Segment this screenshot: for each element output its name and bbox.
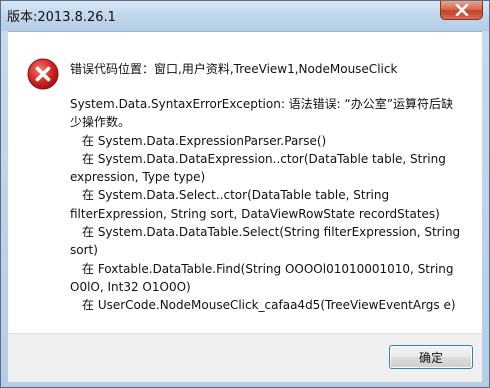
stack-trace-line: 在 Foxtable.DataTable.Find(String OOOOl01… xyxy=(82,261,454,276)
stack-trace-line: O0lO, Int32 O1O0O) xyxy=(70,279,191,294)
dialog-content: 错误代码位置：窗口,用户资料,TreeView1,NodeMouseClick … xyxy=(8,31,482,334)
error-dialog-window: 版本:2013.8.26.1 错误代码位置：窗口,用户资料,TreeView1,… xyxy=(0,0,490,388)
stack-trace-line: 在 System.Data.DataTable.Select(String fi… xyxy=(82,225,461,240)
stack-trace-line: sort) xyxy=(70,243,98,258)
ok-button[interactable]: 确定 xyxy=(389,345,473,369)
error-location-heading: 错误代码位置：窗口,用户资料,TreeView1,NodeMouseClick xyxy=(70,62,398,76)
error-message: System.Data.SyntaxErrorException: 语法错误: … xyxy=(70,95,462,315)
dialog-footer: 确定 xyxy=(8,333,482,382)
message-line: System.Data.SyntaxErrorException: 语法错误: … xyxy=(70,97,453,111)
stack-trace-line: filterExpression, String sort, DataViewR… xyxy=(70,206,440,221)
message-line: 少操作数。 xyxy=(70,115,131,130)
close-icon xyxy=(455,4,469,16)
stack-trace-line: expression, Type type) xyxy=(70,170,206,185)
stack-trace-line: 在 System.Data.ExpressionParser.Parse() xyxy=(82,133,327,148)
stack-trace-line: 在 UserCode.NodeMouseClick_cafaa4d5(TreeV… xyxy=(82,298,456,313)
title-bar[interactable]: 版本:2013.8.26.1 xyxy=(1,1,489,31)
close-button[interactable] xyxy=(440,1,483,20)
error-icon xyxy=(27,58,59,90)
stack-trace-line: 在 System.Data.Select..ctor(DataTable tab… xyxy=(82,188,390,203)
stack-trace-line: 在 System.Data.DataExpression..ctor(DataT… xyxy=(82,151,446,166)
window-title: 版本:2013.8.26.1 xyxy=(7,10,116,25)
